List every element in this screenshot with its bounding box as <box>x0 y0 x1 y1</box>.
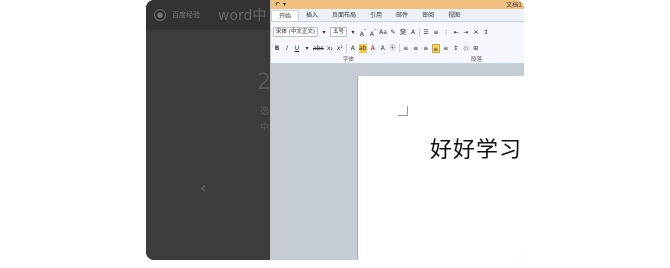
document-title: 文档1 <box>506 2 522 9</box>
ribbon-tabs: 开始 插入 页面布局 引用 邮件 审阅 视图 <box>271 9 524 22</box>
ribbon: 宋体 (中文正文) ▾ 五号 ▾ A˄ A˅ Aa ✎ 變 A ☰ ≡ ⋮ ⇤ … <box>271 22 524 64</box>
dropdown-arrow-icon[interactable]: ▾ <box>349 28 357 37</box>
document-text[interactable]: 好好学习 <box>430 132 522 164</box>
word-window: ↶ ▾ 文档1 开始 插入 页面布局 引用 邮件 审阅 视图 宋体 (中文正文)… <box>270 0 524 260</box>
enclose-char-icon[interactable]: ㊉ <box>389 44 397 53</box>
text-effects-icon[interactable]: A <box>349 44 357 53</box>
document-page[interactable]: 好好学习 <box>357 76 524 260</box>
font-name-select[interactable]: 宋体 (中文正文) <box>273 27 319 37</box>
tab-review[interactable]: 审阅 <box>415 10 441 21</box>
site-logo-icon: ● <box>154 9 166 21</box>
tab-references[interactable]: 引用 <box>363 10 389 21</box>
clear-format-icon[interactable]: ✎ <box>389 28 397 37</box>
align-center-button[interactable]: ≡ <box>412 44 420 53</box>
bold-button[interactable]: B <box>273 44 281 53</box>
italic-button[interactable]: I <box>283 44 291 53</box>
dropdown-arrow-icon[interactable]: ▾ <box>320 28 328 37</box>
divider <box>398 43 400 53</box>
justify-button[interactable]: ≡ <box>431 43 440 53</box>
undo-icon[interactable]: ↶ <box>275 1 280 8</box>
divider <box>419 27 421 37</box>
previous-arrow-icon[interactable]: ‹ <box>200 178 206 197</box>
step-number: 2 <box>257 70 271 95</box>
tab-view[interactable]: 视图 <box>441 10 467 21</box>
shading-icon[interactable]: ◇ <box>462 44 470 53</box>
ribbon-row-1: 宋体 (中文正文) ▾ 五号 ▾ A˄ A˅ Aa ✎ 變 A ☰ ≡ ⋮ ⇤ … <box>273 26 490 38</box>
align-left-button[interactable]: ≡ <box>402 44 410 53</box>
quick-access-dropdown-icon[interactable]: ▾ <box>283 1 286 8</box>
multilevel-list-icon[interactable]: ⋮ <box>442 28 450 37</box>
increase-indent-icon[interactable]: ⇥ <box>462 28 470 37</box>
font-color-icon[interactable]: A <box>369 44 377 53</box>
grow-font-icon[interactable]: A˄ <box>359 28 367 38</box>
divider <box>345 43 347 53</box>
tab-mailings[interactable]: 邮件 <box>389 10 415 21</box>
highlight-color-icon[interactable]: ab <box>358 43 367 53</box>
subscript-button[interactable]: x₂ <box>326 44 334 53</box>
tab-home[interactable]: 开始 <box>271 10 300 21</box>
change-case-icon[interactable]: Aa <box>379 28 387 37</box>
phonetic-guide-icon[interactable]: 變 <box>399 28 407 37</box>
borders-icon[interactable]: ⊞ <box>472 44 480 53</box>
underline-button[interactable]: U <box>293 44 301 53</box>
document-area: 好好学习 <box>271 64 524 260</box>
article-overlay: ● 百度经验 word中 2 选 中 ‹ <box>146 0 271 260</box>
strikethrough-button[interactable]: abc <box>313 44 324 53</box>
font-size-select[interactable]: 五号 <box>330 27 348 37</box>
char-shading-icon[interactable]: A <box>379 44 387 53</box>
tab-insert[interactable]: 插入 <box>299 10 325 21</box>
align-right-button[interactable]: ≡ <box>422 44 430 53</box>
bullets-icon[interactable]: ☰ <box>422 28 430 37</box>
paragraph-group-label: 段落 <box>471 57 483 63</box>
superscript-button[interactable]: x² <box>336 44 344 53</box>
article-title: word中 <box>218 8 267 24</box>
numbering-icon[interactable]: ≡ <box>432 28 440 37</box>
ribbon-row-2: B I U ▾ abc x₂ x² A ab A A ㊉ ≡ ≡ ≡ ≡ ≡ ↕… <box>273 42 480 54</box>
article-header: ● 百度经验 word中 <box>146 0 270 30</box>
site-name: 百度经验 <box>172 11 200 19</box>
distributed-button[interactable]: ≡ <box>442 44 450 53</box>
dropdown-arrow-icon[interactable]: ▾ <box>303 44 311 53</box>
chinese-layout-icon[interactable]: ✕ <box>472 28 480 37</box>
tab-page-layout[interactable]: 页面布局 <box>325 10 363 21</box>
screenshot-panel: ● 百度经验 word中 2 选 中 ‹ ↶ ▾ 文档1 开始 插入 页面布局 … <box>146 0 524 260</box>
line-spacing-icon[interactable]: ↕ <box>452 44 460 53</box>
font-group-label: 字体 <box>343 57 355 63</box>
sort-icon[interactable]: ↕ <box>482 28 490 37</box>
step-desc-line2: 中 <box>260 123 270 133</box>
decrease-indent-icon[interactable]: ⇤ <box>452 28 460 37</box>
step-desc-line1: 选 <box>260 107 270 117</box>
shrink-font-icon[interactable]: A˅ <box>369 28 377 38</box>
margin-corner-mark <box>398 106 408 116</box>
title-bar: ↶ ▾ 文档1 <box>271 0 524 9</box>
screenshot-stage: ● 百度经验 word中 2 选 中 ‹ ↶ ▾ 文档1 开始 插入 页面布局 … <box>0 0 670 268</box>
char-border-icon[interactable]: A <box>409 28 417 37</box>
